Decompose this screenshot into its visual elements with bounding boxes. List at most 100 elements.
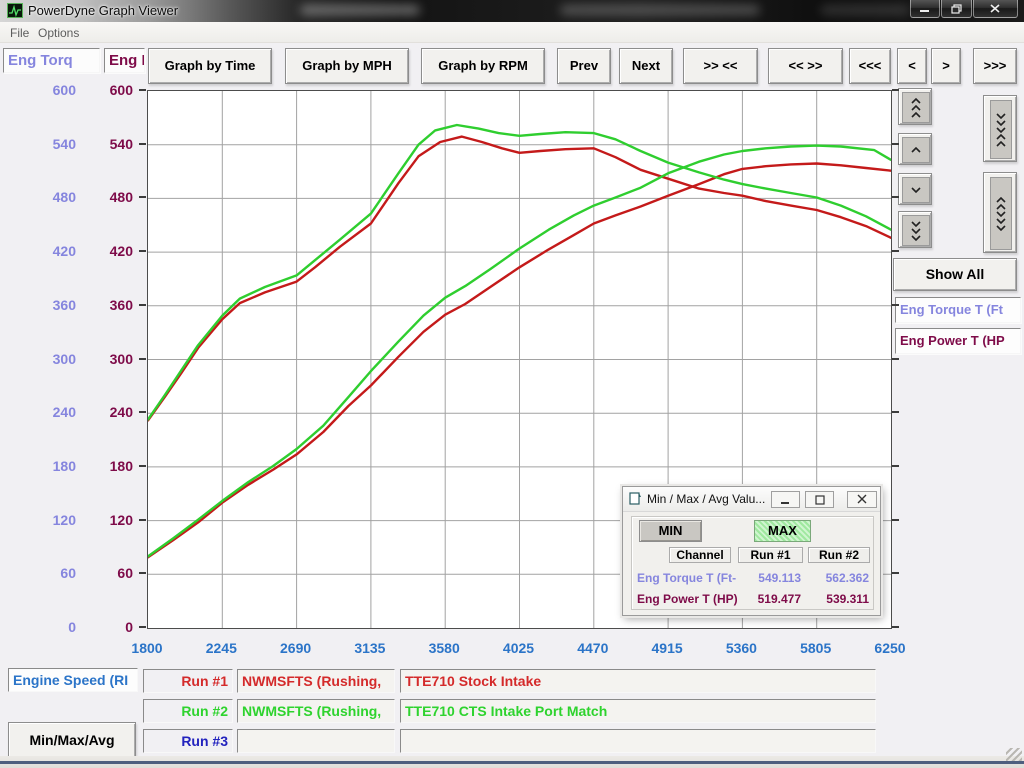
- scale-up-fast-button[interactable]: [898, 88, 932, 125]
- minmax-row-run2-value: 562.362: [809, 571, 869, 585]
- x-axis-tick-label: 5360: [704, 639, 778, 657]
- y-axis-tick: [139, 143, 146, 145]
- graph-by-rpm-button[interactable]: Graph by RPM: [421, 48, 545, 84]
- run1-column-header: Run #1: [738, 547, 803, 563]
- y-axis-tick: [892, 465, 899, 467]
- y-axis-tick: [139, 250, 146, 252]
- run1-comment-field[interactable]: TTE710 Stock Intake: [400, 669, 876, 693]
- channel-column-header: Channel: [669, 547, 731, 563]
- minmax-row-channel: Eng Power T (HP): [637, 592, 738, 606]
- chevron-up-icon: [902, 137, 930, 163]
- minmax-row-run1-value: 549.113: [741, 571, 801, 585]
- run1-label-field[interactable]: Run #1: [143, 669, 233, 693]
- scroll-right-button[interactable]: >: [931, 48, 961, 84]
- scale-up-button[interactable]: [898, 133, 932, 165]
- powerdyne-window: PowerDyne Graph Viewer File Options Eng …: [0, 0, 1024, 768]
- y-axis-tick: [892, 519, 899, 521]
- run3-label-field[interactable]: Run #3: [143, 729, 233, 753]
- x-axis-tick-label: 4915: [630, 639, 704, 657]
- y-axis-tick: [892, 250, 899, 252]
- minimize-button[interactable]: [910, 0, 940, 18]
- y-axis-tick: [139, 358, 146, 360]
- minmaxavg-button[interactable]: Min/Max/Avg: [8, 722, 136, 758]
- menu-bar: File Options: [0, 22, 1024, 43]
- expand-scale-button[interactable]: [983, 172, 1017, 253]
- chevron-down-icon: [902, 177, 930, 203]
- zoom-out-x-button[interactable]: << >>: [768, 48, 843, 84]
- scroll-far-left-button[interactable]: <<<: [849, 48, 891, 84]
- scroll-left-button[interactable]: <: [897, 48, 927, 84]
- power-axis-tick-label: 60: [0, 564, 133, 582]
- power-channel-field[interactable]: Eng Power T (HP: [895, 328, 1021, 354]
- y-axis-tick: [892, 411, 899, 413]
- y-axis-tick: [892, 143, 899, 145]
- resize-grip[interactable]: [1006, 748, 1022, 761]
- graph-by-mph-button[interactable]: Graph by MPH: [285, 48, 409, 84]
- aero-glass-blur: [560, 5, 760, 15]
- power-axis-tick-label: 300: [0, 350, 133, 368]
- compress-scale-button[interactable]: [983, 95, 1017, 162]
- y-axis-tick: [139, 572, 146, 574]
- show-all-button[interactable]: Show All: [893, 258, 1017, 291]
- app-icon: [7, 3, 23, 18]
- y-axis-tick: [139, 304, 146, 306]
- x-axis-channel-field[interactable]: Engine Speed (RI: [8, 668, 138, 692]
- run2-label-field[interactable]: Run #2: [143, 699, 233, 723]
- x-axis-tick-label: 4025: [482, 639, 556, 657]
- x-axis-tick-label: 5805: [779, 639, 853, 657]
- run2-operator-field[interactable]: NWMSFTS (Rushing,: [237, 699, 395, 723]
- y-axis-tick: [892, 626, 899, 628]
- title-bar[interactable]: PowerDyne Graph Viewer: [0, 0, 1024, 22]
- minmax-row-run1-value: 519.477: [741, 592, 801, 606]
- torque-axis-header[interactable]: Eng Torq: [3, 48, 100, 73]
- power-axis-tick-label: 180: [0, 457, 133, 475]
- minmax-row-run2-value: 539.311: [809, 592, 869, 606]
- scroll-far-right-button[interactable]: >>>: [973, 48, 1017, 84]
- minmax-minimize-button[interactable]: [771, 491, 800, 508]
- chevrons-compress-icon: [990, 100, 1012, 159]
- min-button[interactable]: MIN: [639, 520, 702, 542]
- x-axis-tick-label: 3580: [407, 639, 481, 657]
- minmax-window-title: Min / Max / Avg Valu...: [647, 492, 765, 506]
- chevrons-expand-icon: [990, 177, 1012, 250]
- restore-button[interactable]: [941, 0, 972, 18]
- power-axis-tick-label: 360: [0, 296, 133, 314]
- y-axis-tick: [139, 196, 146, 198]
- zoom-in-x-button[interactable]: >> <<: [683, 48, 758, 84]
- y-axis-tick: [139, 626, 146, 628]
- x-axis-tick-label: 6250: [853, 639, 927, 657]
- next-button[interactable]: Next: [619, 48, 673, 84]
- y-axis-tick: [139, 465, 146, 467]
- power-axis-tick-label: 120: [0, 511, 133, 529]
- run3-operator-field[interactable]: [237, 729, 395, 753]
- minmax-title-bar[interactable]: Min / Max / Avg Valu...: [623, 487, 880, 512]
- y-axis-tick: [892, 89, 899, 91]
- triple-chevron-down-icon: [902, 215, 930, 246]
- power-axis-tick-label: 240: [0, 403, 133, 421]
- minmax-window: Min / Max / Avg Valu... MIN MAX Channel …: [622, 486, 881, 616]
- x-axis-tick-label: 4470: [556, 639, 630, 657]
- menu-file[interactable]: File: [4, 24, 35, 42]
- power-axis-header[interactable]: Eng Powe: [104, 48, 145, 73]
- graph-by-time-button[interactable]: Graph by Time: [148, 48, 272, 84]
- scale-down-fast-button[interactable]: [898, 211, 932, 248]
- x-axis-tick-label: 2690: [259, 639, 333, 657]
- minmax-restore-button[interactable]: [805, 491, 834, 508]
- menu-options[interactable]: Options: [32, 24, 85, 42]
- power-axis-tick-label: 540: [0, 135, 133, 153]
- y-axis-tick: [892, 196, 899, 198]
- window-edge-line: [0, 761, 1024, 764]
- y-axis-tick: [892, 572, 899, 574]
- torque-channel-field[interactable]: Eng Torque T (Ft: [895, 297, 1021, 323]
- max-button[interactable]: MAX: [754, 520, 811, 542]
- power-axis-tick-label: 600: [0, 81, 133, 99]
- prev-button[interactable]: Prev: [557, 48, 611, 84]
- run3-comment-field[interactable]: [400, 729, 876, 753]
- scale-down-button[interactable]: [898, 173, 932, 205]
- run1-operator-field[interactable]: NWMSFTS (Rushing,: [237, 669, 395, 693]
- y-axis-tick: [139, 519, 146, 521]
- close-icon[interactable]: [973, 0, 1018, 18]
- run2-comment-field[interactable]: TTE710 CTS Intake Port Match: [400, 699, 876, 723]
- minmax-close-icon[interactable]: [847, 491, 877, 508]
- aero-glass-blur: [820, 5, 910, 15]
